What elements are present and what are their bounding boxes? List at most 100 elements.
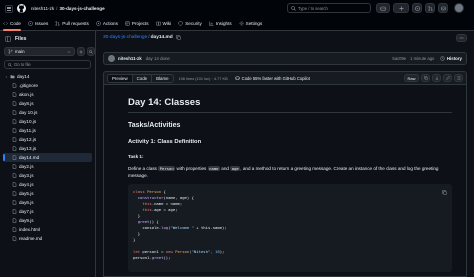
gear-icon [239, 21, 244, 26]
add-file-button[interactable] [77, 47, 85, 56]
edit-button[interactable] [443, 74, 452, 82]
breadcrumb-repo-link[interactable]: 30-days-js-challenge [103, 35, 147, 40]
tree-file[interactable]: .gitignore [0, 81, 95, 90]
copy-raw-button[interactable] [421, 74, 430, 82]
tab-security[interactable]: Security [178, 17, 202, 31]
tree-file[interactable]: day12.js [0, 135, 95, 144]
tree-file-label: day4.js [19, 182, 34, 187]
tree-file[interactable]: day9.js [0, 216, 95, 225]
tree-file-label: akon.js [19, 92, 34, 97]
github-logo-icon[interactable] [17, 4, 26, 13]
more-options-button[interactable] [456, 34, 467, 42]
search-icon [89, 49, 93, 54]
search-files-button[interactable] [87, 47, 95, 56]
tab-label: Security [185, 21, 202, 26]
go-to-file-input[interactable]: Go to file [4, 60, 91, 69]
tree-file[interactable]: akon.js [0, 90, 95, 99]
commit-hash[interactable]: 5ac09e [392, 56, 406, 61]
tab-projects[interactable]: Projects [125, 17, 149, 31]
history-icon[interactable] [440, 56, 446, 61]
file-icon [12, 218, 17, 223]
pencil-icon [445, 76, 450, 80]
code-tab[interactable]: Code [133, 74, 153, 82]
commit-message[interactable]: day 14 done [146, 56, 170, 61]
issues-button[interactable] [412, 3, 422, 13]
tree-file[interactable]: day4.js [0, 180, 95, 189]
commit-author[interactable]: nitesh11-zk [118, 56, 142, 61]
preview-tab[interactable]: Preview [108, 74, 133, 82]
tab-settings[interactable]: Settings [239, 17, 262, 31]
tab-insights[interactable]: Insights [209, 17, 232, 31]
tree-file-label: day11.js [19, 128, 36, 133]
tree-file-label: day12.js [19, 137, 37, 142]
tab-issues[interactable]: Issues [28, 17, 48, 31]
tab-actions[interactable]: Actions [96, 17, 118, 31]
file-icon [12, 209, 17, 214]
tree-file[interactable]: day5.js [0, 189, 95, 198]
file-icon [12, 200, 17, 205]
create-new-button[interactable] [393, 3, 409, 13]
repo-tabs: Code Issues Pull requests Actions Projects Wi… [0, 17, 474, 31]
sidebar-collapse-icon[interactable] [5, 36, 11, 42]
tree-file[interactable]: day7.js [0, 207, 95, 216]
tree-file[interactable]: index.html [0, 225, 95, 234]
tree-file[interactable]: day14.md [3, 153, 92, 162]
tree-file[interactable]: day2.js [0, 162, 95, 171]
repo-owner-link[interactable]: nitesh11-zk [31, 6, 54, 11]
top-bar: nitesh11-zk / 30-days-js-challenge Type … [0, 0, 474, 17]
download-button[interactable] [432, 74, 441, 82]
repo-name-link[interactable]: 30-days-js-challenge [59, 6, 104, 11]
inline-code-name: name [207, 166, 221, 171]
hamburger-menu-icon[interactable] [5, 4, 13, 13]
kebab-icon [459, 37, 464, 39]
para-text-4: , and a method to return a greeting mess… [128, 166, 439, 178]
search-input[interactable]: Type / to search [287, 3, 371, 13]
raw-button[interactable]: Raw [403, 74, 419, 82]
copilot-button[interactable] [376, 3, 390, 13]
tree-file[interactable]: readme.md [0, 234, 95, 243]
copy-path-icon[interactable] [176, 35, 181, 40]
file-meta: 106 lines (101 loc) · 4.77 KB [178, 75, 228, 81]
file-icon [12, 101, 17, 106]
author-avatar[interactable] [108, 55, 115, 62]
tab-code[interactable]: Code [3, 17, 21, 31]
blame-tab[interactable]: Blame [152, 75, 172, 82]
tree-file[interactable]: day11.js [0, 126, 95, 135]
copilot-promo[interactable]: Code 55% faster with GitHub Copilot [242, 76, 310, 81]
file-toolbar: Preview Code Blame 106 lines (101 loc) ·… [103, 71, 467, 84]
tab-label: Wiki [162, 21, 172, 26]
search-icon [8, 62, 12, 67]
file-sidebar: Files main Go to file day14 .gitignore ak… [0, 31, 96, 277]
copilot-icon [234, 76, 240, 80]
tree-file[interactable]: day10.js [0, 117, 95, 126]
tree-file[interactable]: day3.js [0, 171, 95, 180]
commit-bar: nitesh11-zk day 14 done 5ac09e 1 minute … [103, 52, 467, 65]
inline-code-age: age [230, 166, 241, 171]
pull-requests-button[interactable] [425, 3, 435, 13]
file-icon [12, 191, 17, 196]
tab-wiki[interactable]: Wiki [155, 17, 172, 31]
para-text-2: with properties [176, 166, 207, 171]
branch-name: main [15, 49, 25, 54]
outline-button[interactable] [454, 74, 463, 82]
breadcrumb-file: day14.md [150, 35, 173, 40]
tree-file[interactable]: day8.js [0, 99, 95, 108]
tree-file[interactable]: day6.js [0, 198, 95, 207]
copy-code-button[interactable] [440, 188, 448, 196]
file-icon [12, 146, 17, 151]
tree-file-label: day5.js [19, 191, 34, 196]
history-link[interactable]: History [447, 56, 462, 61]
tree-file-label: day7.js [19, 209, 34, 214]
doc-h2: Tasks/Activities [128, 122, 181, 129]
file-icon [12, 173, 17, 178]
tree-file[interactable]: day 10.js [0, 108, 95, 117]
user-avatar[interactable] [454, 3, 464, 13]
inbox-button[interactable] [438, 3, 448, 13]
go-to-file-placeholder: Go to file [14, 62, 31, 67]
branch-select[interactable]: main [4, 47, 75, 56]
tab-pull-requests[interactable]: Pull requests [55, 17, 89, 31]
breadcrumb-separator: / [148, 35, 150, 40]
tree-file[interactable]: day13.js [0, 144, 95, 153]
tree-folder[interactable]: day14 [0, 72, 95, 81]
file-icon [12, 92, 17, 97]
